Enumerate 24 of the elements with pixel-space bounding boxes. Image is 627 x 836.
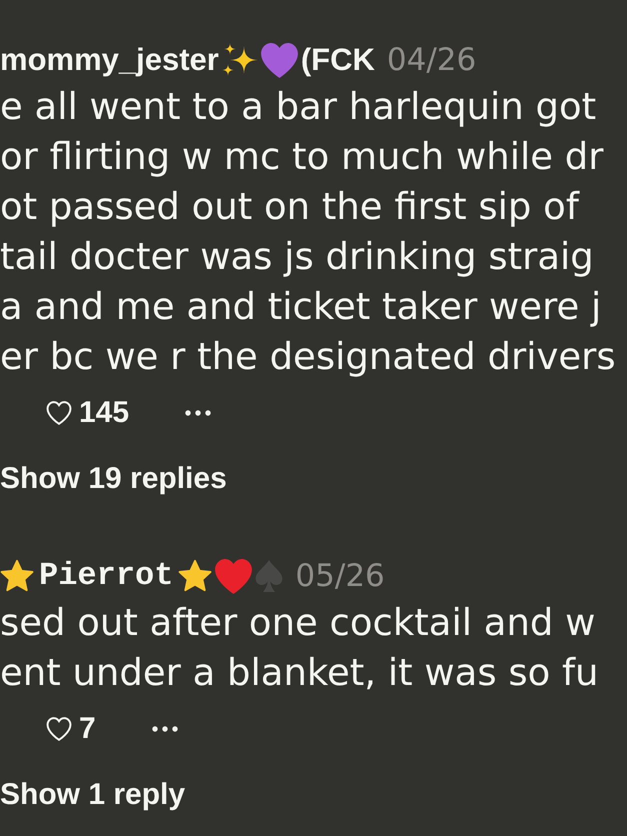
show-replies-button[interactable]: Show 19 replies: [0, 461, 227, 497]
comment-text: ent under a blanket, it was so fu: [0, 650, 599, 696]
like-button[interactable]: 145: [46, 395, 130, 431]
username-text: Pierrot: [39, 558, 174, 594]
more-icon: [185, 410, 212, 416]
comment-text: ot passed out on the first sip of: [0, 184, 579, 230]
comment-text: e all went to a bar harlequin got: [0, 84, 596, 130]
show-replies-button[interactable]: Show 1 reply: [0, 777, 186, 813]
more-button[interactable]: [185, 410, 212, 416]
more-icon: [152, 726, 178, 732]
comment-text: sed out after one cocktail and w: [0, 600, 596, 646]
comment-date: 05/26: [295, 558, 385, 594]
star-icon: [178, 559, 212, 593]
comment-text: or flirting w mc to much while dr: [0, 134, 604, 180]
username-text: mommy_jester: [0, 42, 219, 78]
like-button[interactable]: 7: [46, 711, 96, 747]
username-text: (FCK: [300, 42, 375, 78]
star-icon: [0, 559, 34, 593]
comment-text: a and me and ticket taker were j: [0, 284, 602, 330]
comment-text: er bc we r the designated drivers: [0, 334, 616, 380]
spade-icon: [255, 560, 284, 592]
more-button[interactable]: [152, 726, 178, 732]
comment-text: tail docter was js drinking straig: [0, 234, 594, 280]
comment-date: 04/26: [386, 42, 476, 78]
